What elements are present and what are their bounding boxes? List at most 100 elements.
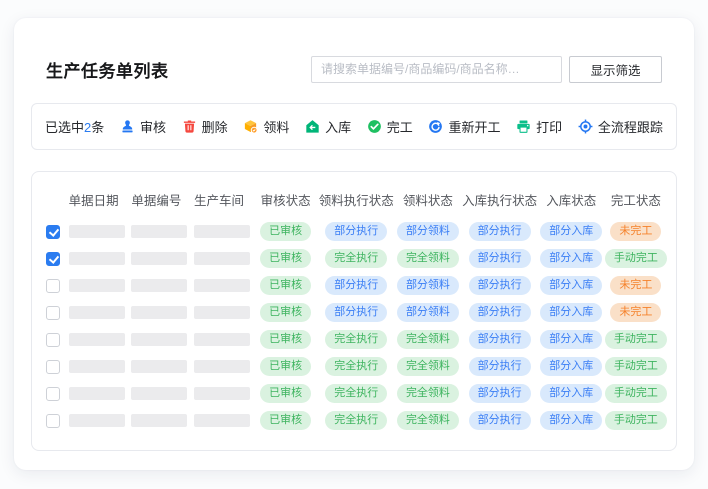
pick-material-button-label: 领料 [263, 117, 289, 136]
inbound-status-badge: 部分入库 [540, 330, 602, 349]
show-filter-button[interactable]: 显示筛选 [569, 56, 662, 83]
doc-date-placeholder [69, 414, 125, 427]
production-task-list-card: 生产任务单列表 显示筛选 已选中2条 审核 删除 [14, 18, 694, 470]
audit-status-badge: 已审核 [260, 384, 311, 403]
audit-status-badge: 已审核 [260, 222, 311, 241]
pick-status-badge: 完全领料 [397, 249, 459, 268]
audit-button[interactable]: 审核 [120, 117, 166, 136]
pick-status-badge: 部分领料 [397, 276, 459, 295]
row-checkbox[interactable] [46, 360, 60, 374]
check-circle-icon [367, 119, 382, 134]
inbound-status-badge: 部分入库 [540, 303, 602, 322]
inbound-exec-status-badge: 部分执行 [469, 222, 531, 241]
table-row[interactable]: 已审核 部分执行 部分领料 部分执行 部分入库 未完工 [38, 299, 670, 326]
doc-number-placeholder [131, 333, 187, 346]
table-row[interactable]: 已审核 完全执行 完全领料 部分执行 部分入库 手动完工 [38, 326, 670, 353]
row-checkbox[interactable] [46, 387, 60, 401]
table-row[interactable]: 已审核 部分执行 部分领料 部分执行 部分入库 未完工 [38, 218, 670, 245]
col-header-inbound-exec: 入库执行状态 [461, 190, 539, 209]
delete-button[interactable]: 删除 [182, 117, 228, 136]
tracking-button[interactable]: 全流程跟踪 [578, 117, 663, 136]
pick-exec-status-badge: 完全执行 [325, 330, 387, 349]
workshop-placeholder [194, 414, 250, 427]
pick-status-badge: 完全领料 [397, 384, 459, 403]
complete-button-label: 完工 [387, 117, 413, 136]
page-header: 生产任务单列表 显示筛选 [31, 54, 677, 84]
workshop-placeholder [194, 387, 250, 400]
doc-date-placeholder [69, 279, 125, 292]
pick-exec-status-badge: 部分执行 [325, 276, 387, 295]
workshop-placeholder [194, 279, 250, 292]
doc-date-placeholder [69, 225, 125, 238]
col-header-audit-status: 审核状态 [255, 190, 317, 209]
pick-exec-status-badge: 完全执行 [325, 357, 387, 376]
complete-status-badge: 未完工 [610, 303, 661, 322]
doc-date-placeholder [69, 360, 125, 373]
restart-icon [428, 119, 443, 134]
target-icon [578, 119, 593, 134]
package-icon [243, 119, 258, 134]
tracking-button-label: 全流程跟踪 [598, 117, 663, 136]
table-row[interactable]: 已审核 完全执行 完全领料 部分执行 部分入库 手动完工 [38, 245, 670, 272]
row-checkbox[interactable] [46, 225, 60, 239]
row-checkbox[interactable] [46, 414, 60, 428]
complete-status-badge: 未完工 [610, 276, 661, 295]
table-row[interactable]: 已审核 完全执行 完全领料 部分执行 部分入库 手动完工 [38, 353, 670, 380]
pick-status-badge: 部分领料 [397, 222, 459, 241]
doc-date-placeholder [69, 333, 125, 346]
audit-status-badge: 已审核 [260, 303, 311, 322]
printer-icon [516, 119, 531, 134]
table-row[interactable]: 已审核 完全执行 完全领料 部分执行 部分入库 手动完工 [38, 380, 670, 407]
row-checkbox[interactable] [46, 252, 60, 266]
doc-date-placeholder [69, 387, 125, 400]
table-row[interactable]: 已审核 完全执行 完全领料 部分执行 部分入库 手动完工 [38, 407, 670, 434]
inbound-exec-status-badge: 部分执行 [469, 411, 531, 430]
table-row[interactable]: 已审核 部分执行 部分领料 部分执行 部分入库 未完工 [38, 272, 670, 299]
doc-number-placeholder [131, 414, 187, 427]
workshop-placeholder [194, 333, 250, 346]
inbound-exec-status-badge: 部分执行 [469, 276, 531, 295]
task-table: 单据日期 单据编号 生产车间 审核状态 领料执行状态 领料状态 入库执行状态 入… [31, 171, 677, 451]
doc-number-placeholder [131, 306, 187, 319]
inbound-status-badge: 部分入库 [540, 384, 602, 403]
row-checkbox[interactable] [46, 279, 60, 293]
pick-exec-status-badge: 完全执行 [325, 411, 387, 430]
doc-number-placeholder [131, 279, 187, 292]
inbound-status-badge: 部分入库 [540, 222, 602, 241]
doc-date-placeholder [69, 252, 125, 265]
stamp-icon [120, 119, 135, 134]
restart-button-label: 重新开工 [448, 117, 500, 136]
audit-status-badge: 已审核 [260, 357, 311, 376]
inbound-exec-status-badge: 部分执行 [469, 303, 531, 322]
pick-exec-status-badge: 部分执行 [325, 303, 387, 322]
search-input[interactable] [311, 56, 562, 83]
pick-exec-status-badge: 部分执行 [325, 222, 387, 241]
complete-status-badge: 手动完工 [605, 384, 667, 403]
doc-number-placeholder [131, 360, 187, 373]
restart-button[interactable]: 重新开工 [428, 117, 500, 136]
inbound-exec-status-badge: 部分执行 [469, 357, 531, 376]
pick-material-button[interactable]: 领料 [243, 117, 289, 136]
pick-status-badge: 部分领料 [397, 303, 459, 322]
col-header-inbound: 入库状态 [539, 190, 603, 209]
warehouse-in-button[interactable]: 入库 [305, 117, 351, 136]
row-checkbox[interactable] [46, 333, 60, 347]
page-title: 生产任务单列表 [46, 57, 169, 82]
row-checkbox[interactable] [46, 306, 60, 320]
inbound-exec-status-badge: 部分执行 [469, 249, 531, 268]
workshop-placeholder [194, 360, 250, 373]
col-header-pick-status: 领料状态 [396, 190, 460, 209]
col-header-complete: 完工状态 [604, 190, 668, 209]
inbound-exec-status-badge: 部分执行 [469, 330, 531, 349]
complete-status-badge: 手动完工 [605, 249, 667, 268]
col-header-workshop: 生产车间 [192, 190, 254, 209]
complete-status-badge: 未完工 [610, 222, 661, 241]
action-toolbar: 已选中2条 审核 删除 领料 [31, 103, 677, 150]
warehouse-icon [305, 119, 320, 134]
print-button-label: 打印 [536, 117, 562, 136]
complete-button[interactable]: 完工 [367, 117, 413, 136]
workshop-placeholder [194, 252, 250, 265]
print-button[interactable]: 打印 [516, 117, 562, 136]
doc-date-placeholder [69, 306, 125, 319]
complete-status-badge: 手动完工 [605, 330, 667, 349]
